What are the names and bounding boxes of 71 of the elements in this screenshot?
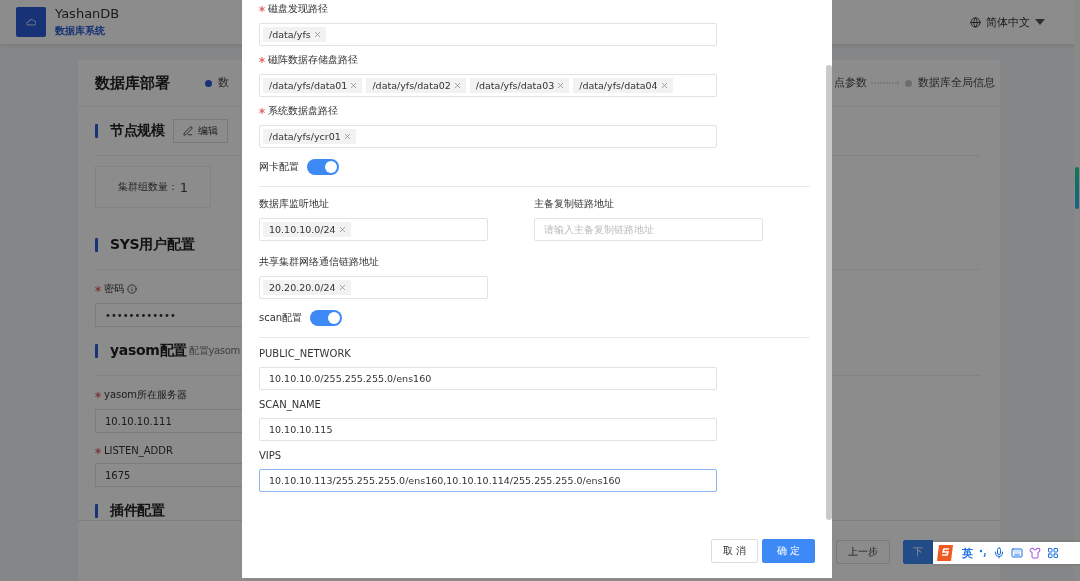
close-icon[interactable] xyxy=(337,283,347,292)
close-icon[interactable] xyxy=(312,30,322,39)
field-label: 共享集群网络通信链路地址 xyxy=(259,255,379,269)
section-title: yasom配置 xyxy=(110,342,187,360)
section-hint: 配置yasom xyxy=(189,344,241,358)
grid-icon[interactable] xyxy=(1047,547,1059,559)
logo-icon xyxy=(16,7,46,37)
scrollbar-thumb[interactable] xyxy=(826,65,832,520)
count-value: 1 xyxy=(179,179,189,195)
app-subtitle: 数据库系统 xyxy=(55,24,106,38)
field-label: 磁阵数据存储盘路径 xyxy=(268,53,358,67)
tag-field[interactable]: 20.20.20.0/24 xyxy=(259,276,488,299)
path-tag[interactable]: /data/yfs/data04 xyxy=(573,78,673,93)
path-tag[interactable]: /data/yfs/data01 xyxy=(263,78,363,93)
input-mode: 英 xyxy=(962,545,973,561)
close-icon[interactable] xyxy=(659,81,669,90)
pen-icon xyxy=(182,126,193,136)
close-icon[interactable] xyxy=(342,132,352,141)
field-label: VIPS xyxy=(259,449,282,461)
mic-icon[interactable] xyxy=(993,547,1005,559)
step[interactable]: 数 xyxy=(205,76,229,90)
path-tag[interactable]: /data/yfs/ycr01 xyxy=(263,129,356,144)
tag-field[interactable]: 10.10.10.0/24 xyxy=(259,218,488,241)
step[interactable]: 点参数 xyxy=(834,76,867,90)
field-label: LISTEN_ADDR xyxy=(104,445,173,456)
switch-label: 网卡配置 xyxy=(259,160,299,174)
close-icon[interactable] xyxy=(349,81,359,90)
field-label: 密码 xyxy=(104,282,124,296)
tag-field[interactable]: /data/yfs xyxy=(259,23,717,46)
tag-field[interactable]: /data/yfs/ycr01 xyxy=(259,125,717,148)
tag-field[interactable]: /data/yfs/data01 /data/yfs/data02 /data/yfs/data03 /data/yfs/data04 xyxy=(259,74,717,97)
field-label: SCAN_NAME xyxy=(259,398,321,410)
info-icon xyxy=(127,284,137,294)
path-tag[interactable]: /data/yfs/data02 xyxy=(366,78,466,93)
text-field[interactable]: 10.10.10.0/255.255.255.0/ens160 xyxy=(259,367,717,390)
section-title: 插件配置 xyxy=(110,502,165,520)
close-icon[interactable] xyxy=(337,225,347,234)
step[interactable]: 数据库全局信息 xyxy=(905,76,995,90)
arrow-icon xyxy=(871,80,901,86)
close-icon[interactable] xyxy=(452,81,462,90)
text-field[interactable]: 10.10.10.113/255.255.255.0/ens160,10.10.10.114/255.255.255.0/ens160 xyxy=(259,469,717,492)
close-icon[interactable] xyxy=(556,81,566,90)
count-label: 集群组数量： xyxy=(117,180,178,194)
field-label: yasom所在服务器 xyxy=(104,388,188,402)
language-selector[interactable]: 简体中文 xyxy=(970,14,1045,30)
scrollbar-thumb[interactable] xyxy=(1075,167,1079,209)
text-field[interactable]: 10.10.10.115 xyxy=(259,418,717,441)
toggle-switch[interactable] xyxy=(307,159,339,175)
toggle-switch[interactable] xyxy=(310,310,343,326)
field-label: 磁盘发现路径 xyxy=(268,2,328,16)
path-tag[interactable]: 10.10.10.0/24 xyxy=(263,222,351,237)
app-title: YashanDB xyxy=(55,6,120,21)
switch-label: scan配置 xyxy=(259,311,303,325)
previous-button[interactable]: 上一步 xyxy=(836,539,890,564)
section-title: 节点规模 xyxy=(110,122,165,140)
globe-icon xyxy=(970,16,981,28)
field-label: 系统数据盘路径 xyxy=(268,104,338,118)
caret-icon xyxy=(1035,19,1045,25)
cancel-button[interactable]: 取 消 xyxy=(710,539,758,563)
field-label: 数据库监听地址 xyxy=(259,197,329,211)
section-title: SYS用户配置 xyxy=(110,236,195,254)
path-tag[interactable]: /data/yfs xyxy=(263,27,326,42)
path-tag[interactable]: /data/yfs/data03 xyxy=(469,78,570,93)
edit-button[interactable]: 编辑 xyxy=(172,119,228,143)
path-tag[interactable]: 20.20.20.0/24 xyxy=(263,280,351,295)
keyboard-icon[interactable] xyxy=(1011,547,1023,559)
page-title: 数据库部署 xyxy=(95,73,171,93)
field-label: 主备复制链路地址 xyxy=(534,197,614,211)
field-label: PUBLIC_NETWORK xyxy=(259,347,351,359)
shirt-icon[interactable] xyxy=(1029,547,1041,559)
punctuation-icon xyxy=(979,549,987,557)
